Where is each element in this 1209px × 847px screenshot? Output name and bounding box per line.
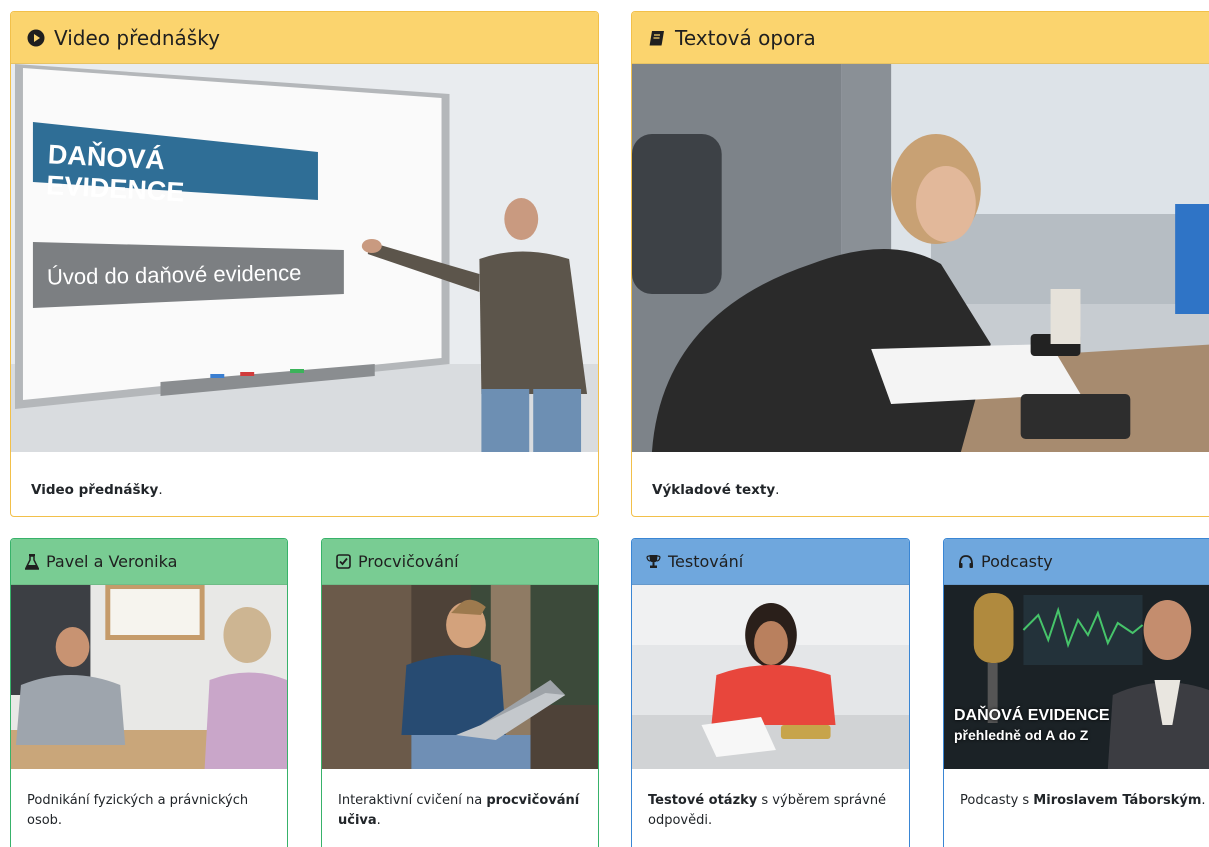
card-header[interactable]: Testování [632, 539, 909, 585]
consultation-image[interactable] [11, 585, 287, 769]
reading-image[interactable] [632, 64, 1209, 452]
slide-subtitle: Úvod do daňové evidence [46, 260, 302, 290]
desc-after: . [1201, 793, 1206, 808]
card-description: Interaktivní cvičení na procvičování uči… [322, 769, 598, 831]
lecture-image[interactable]: DAŇOVÁ EVIDENCE Úvod do daňové evidence [11, 64, 598, 452]
student-laptop-image[interactable] [322, 585, 598, 769]
card-header[interactable]: Podcasty [944, 539, 1209, 585]
card-header[interactable]: Procvičování [322, 539, 598, 585]
card-description: Výkladové texty. [632, 452, 1209, 501]
trophy-icon [646, 555, 661, 568]
card-text-support[interactable]: Textová opora Výkladové texty. [631, 11, 1209, 517]
headphones-icon [959, 555, 973, 568]
card-header[interactable]: Pavel a Veronika [11, 539, 287, 585]
play-circle-icon [27, 29, 45, 46]
desc-after: . [775, 482, 780, 498]
exam-image[interactable] [632, 585, 909, 769]
desc-bold: Video přednášky [31, 482, 159, 498]
card-description: Video přednášky. [11, 452, 598, 501]
card-video-lectures[interactable]: Video přednášky DAŇOVÁ EVIDENCE Úvod do … [10, 11, 599, 517]
desc-after: . [376, 813, 381, 829]
card-title: Pavel a Veronika [46, 552, 178, 571]
card-pavel-veronika[interactable]: Pavel a Veronika Podnikání fyzických a p… [10, 538, 288, 847]
podcast-overlay-title: DAŇOVÁ EVIDENCE [954, 707, 1110, 724]
podcast-overlay-subtitle: přehledně od A do Z [954, 727, 1089, 743]
card-podcasts[interactable]: Podcasty DAŇOVÁ EVIDENCE přehledně od A … [943, 538, 1209, 847]
card-title: Video přednášky [54, 25, 220, 50]
check-square-icon [336, 554, 351, 569]
card-testing[interactable]: Testování Testové otázky s výběrem správ… [631, 538, 910, 847]
card-description: Podcasty s Miroslavem Táborským. [944, 769, 1209, 811]
desc-after: . [158, 482, 163, 498]
desc-bold: Testové otázky [648, 793, 758, 808]
card-practice[interactable]: Procvičování Interaktivní cvičení na pro… [321, 538, 599, 847]
card-title: Testování [668, 552, 744, 571]
desc-bold: Miroslavem Táborským [1033, 793, 1202, 808]
flask-icon [25, 553, 39, 570]
desc-before: Podcasty s [960, 793, 1034, 808]
podcast-image[interactable]: DAŇOVÁ EVIDENCE přehledně od A do Z [944, 585, 1209, 769]
card-header[interactable]: Textová opora [632, 12, 1209, 64]
card-description: Podnikání fyzických a právnických osob. [11, 769, 287, 831]
book-icon [649, 30, 664, 45]
desc-before: Interaktivní cvičení na [338, 793, 487, 808]
card-header[interactable]: Video přednášky [11, 12, 598, 64]
card-title: Podcasty [981, 552, 1053, 571]
card-description: Testové otázky s výběrem správné odpověd… [632, 769, 909, 831]
desc-before: Podnikání fyzických a právnických osob. [27, 793, 249, 829]
card-title: Procvičování [358, 552, 459, 571]
desc-bold: Výkladové texty [652, 482, 776, 498]
card-title: Textová opora [675, 25, 816, 50]
